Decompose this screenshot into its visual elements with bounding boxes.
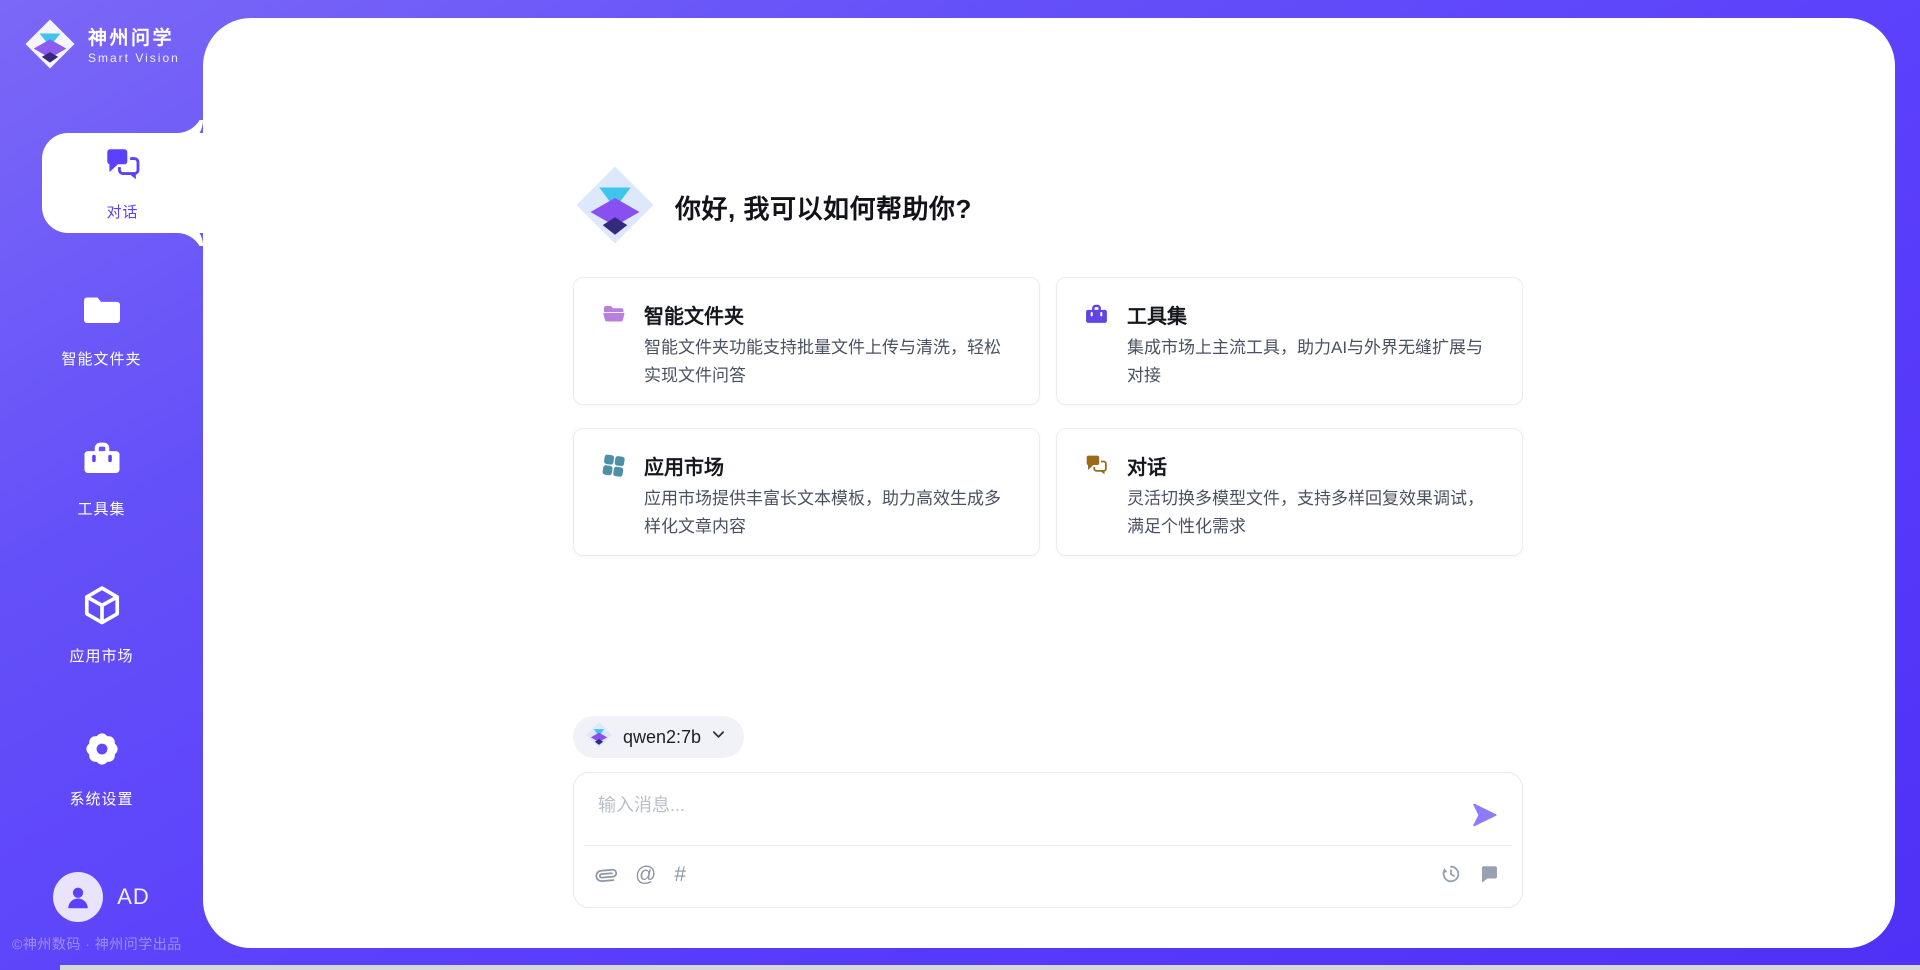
sidebar: 神州问学 Smart Vision 对话 — [0, 0, 203, 970]
card-title: 工具集 — [1127, 300, 1187, 329]
chevron-down-icon — [711, 727, 726, 747]
card-app-market[interactable]: 应用市场 应用市场提供丰富长文本模板，助力高效生成多样化文章内容 — [573, 428, 1040, 556]
message-input[interactable] — [596, 789, 1460, 841]
sidebar-item-toolset[interactable]: 工具集 — [0, 438, 203, 519]
chat-bubbles-icon — [103, 145, 143, 190]
brand-text: 神州问学 Smart Vision — [88, 27, 180, 66]
sidebar-item-label: 智能文件夹 — [61, 348, 141, 369]
main-panel: 你好, 我可以如何帮助你? 智能文件夹 智能文件夹功能支持批量文件上传与清洗，轻… — [203, 18, 1895, 948]
card-description: 智能文件夹功能支持批量文件上传与清洗，轻松实现文件问答 — [644, 334, 1016, 390]
model-selector[interactable]: qwen2:7b — [573, 716, 744, 758]
paperclip-icon[interactable] — [596, 865, 617, 886]
history-icon[interactable] — [1440, 863, 1462, 885]
feature-cards: 智能文件夹 智能文件夹功能支持批量文件上传与清洗，轻松实现文件问答 工具集 集成… — [573, 277, 1523, 556]
card-title: 应用市场 — [644, 451, 724, 480]
brand-logo-block: 神州问学 Smart Vision — [22, 16, 180, 77]
copyright-text: ©神州数码 · 神州问学出品 — [12, 934, 182, 954]
card-title: 智能文件夹 — [644, 300, 744, 329]
brand-diamond-icon — [22, 16, 78, 77]
greeting-title: 你好, 我可以如何帮助你? — [675, 189, 972, 226]
chat-bubbles-icon — [1084, 453, 1109, 483]
card-description: 应用市场提供丰富长文本模板，助力高效生成多样化文章内容 — [644, 485, 1016, 541]
brand-subtitle: Smart Vision — [88, 51, 180, 66]
model-name: qwen2:7b — [623, 727, 701, 748]
sidebar-item-label: 对话 — [106, 201, 138, 222]
sidebar-item-app-market[interactable]: 应用市场 — [0, 583, 203, 666]
card-chat[interactable]: 对话 灵活切换多模型文件，支持多样回复效果调试，满足个性化需求 — [1056, 428, 1523, 556]
user-profile[interactable]: AD — [0, 872, 203, 922]
toolbox-icon — [81, 438, 123, 485]
composer-divider — [584, 845, 1512, 846]
model-diamond-icon — [585, 721, 613, 754]
sidebar-item-settings[interactable]: 系统设置 — [0, 728, 203, 809]
toolbox-icon — [1084, 302, 1109, 332]
sidebar-item-label: 应用市场 — [69, 645, 133, 666]
greeting-row: 你好, 我可以如何帮助你? — [573, 163, 972, 252]
folder-open-icon — [601, 302, 627, 331]
brand-name: 神州问学 — [88, 27, 180, 51]
card-title: 对话 — [1127, 451, 1167, 480]
cube-icon — [80, 583, 124, 632]
app-window: 神州问学 Smart Vision 对话 — [0, 0, 1920, 970]
user-initials: AD — [117, 884, 150, 910]
sidebar-item-chat[interactable]: 对话 — [42, 133, 203, 233]
composer-tools-right — [1440, 863, 1500, 885]
card-description: 灵活切换多模型文件，支持多样回复效果调试，满足个性化需求 — [1127, 485, 1499, 541]
mention-at-icon[interactable]: @ — [635, 863, 656, 887]
folder-icon — [81, 290, 123, 335]
card-description: 集成市场上主流工具，助力AI与外界无缝扩展与对接 — [1127, 334, 1499, 390]
sidebar-item-label: 系统设置 — [69, 788, 133, 809]
sidebar-item-smart-folder[interactable]: 智能文件夹 — [0, 290, 203, 369]
grid-icon — [601, 453, 626, 483]
hashtag-icon[interactable]: # — [674, 863, 686, 887]
avatar — [53, 872, 103, 922]
composer-tools-left: @ # — [596, 863, 686, 887]
sidebar-item-label: 工具集 — [77, 498, 125, 519]
bottom-edge-strip — [60, 965, 1920, 970]
assistant-diamond-icon — [573, 163, 657, 252]
card-toolset[interactable]: 工具集 集成市场上主流工具，助力AI与外界无缝扩展与对接 — [1056, 277, 1523, 405]
gear-icon — [81, 728, 123, 775]
card-smart-folder[interactable]: 智能文件夹 智能文件夹功能支持批量文件上传与清洗，轻松实现文件问答 — [573, 277, 1040, 405]
message-composer: @ # — [573, 772, 1523, 908]
send-button[interactable] — [1470, 801, 1498, 829]
chat-bubble-icon[interactable] — [1478, 863, 1500, 885]
